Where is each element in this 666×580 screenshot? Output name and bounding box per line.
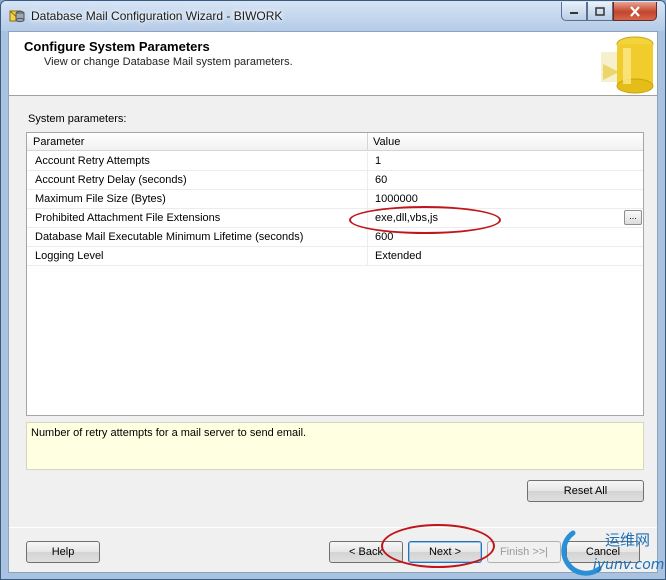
column-divider — [367, 247, 368, 266]
database-mail-banner-icon — [601, 36, 654, 94]
column-divider — [367, 190, 368, 209]
parameter-value[interactable]: 1 — [375, 155, 381, 167]
parameter-name: Database Mail Executable Minimum Lifetim… — [35, 231, 304, 243]
page-subtitle: View or change Database Mail system para… — [44, 56, 293, 68]
watermark-title: 运维网 — [605, 531, 650, 549]
title-bar[interactable]: Database Mail Configuration Wizard - BIW… — [1, 1, 665, 31]
table-row[interactable]: Account Retry Attempts 1 — [27, 152, 643, 171]
iyunv-watermark-logo: 运维网 iyunv.com — [561, 530, 664, 576]
window-title: Database Mail Configuration Wizard - BIW… — [31, 9, 283, 23]
page-title: Configure System Parameters — [24, 39, 210, 54]
maximize-button[interactable] — [587, 2, 613, 21]
table-row[interactable]: Account Retry Delay (seconds) 60 — [27, 171, 643, 190]
database-mail-icon — [9, 10, 25, 23]
close-button[interactable] — [613, 2, 657, 21]
parameter-name: Account Retry Delay (seconds) — [35, 174, 187, 186]
wizard-header: Configure System Parameters View or chan… — [9, 32, 657, 96]
wizard-window: Database Mail Configuration Wizard - BIW… — [0, 0, 666, 580]
parameter-value[interactable]: 600 — [375, 231, 393, 243]
table-row[interactable]: Logging Level Extended — [27, 247, 643, 266]
parameter-name: Account Retry Attempts — [35, 155, 150, 167]
minimize-button[interactable] — [561, 2, 587, 21]
maximize-icon — [595, 6, 605, 16]
parameter-name: Prohibited Attachment File Extensions — [35, 212, 221, 224]
help-button[interactable]: Help — [26, 541, 100, 563]
reset-all-button[interactable]: Reset All — [527, 480, 644, 502]
watermark-url: iyunv.com — [593, 557, 664, 573]
parameter-name: Maximum File Size (Bytes) — [35, 193, 166, 205]
parameter-description-panel: Number of retry attempts for a mail serv… — [26, 422, 644, 470]
close-icon — [630, 5, 640, 17]
column-divider — [367, 152, 368, 171]
column-header-parameter[interactable]: Parameter — [33, 136, 84, 148]
back-button[interactable]: < Back — [329, 541, 403, 563]
grid-header: Parameter Value — [27, 133, 643, 151]
parameter-value[interactable]: Extended — [375, 250, 421, 262]
column-divider — [367, 171, 368, 190]
column-header-value[interactable]: Value — [373, 136, 400, 148]
parameter-name: Logging Level — [35, 250, 104, 262]
parameter-description: Number of retry attempts for a mail serv… — [31, 427, 307, 439]
column-divider — [367, 133, 368, 151]
table-row[interactable]: Maximum File Size (Bytes) 1000000 — [27, 190, 643, 209]
next-button[interactable]: Next > — [408, 541, 482, 563]
minimize-icon — [570, 12, 578, 14]
table-row[interactable]: Prohibited Attachment File Extensions ex… — [27, 209, 643, 228]
column-divider — [367, 228, 368, 247]
parameters-grid[interactable]: Parameter Value Account Retry Attempts 1… — [26, 132, 644, 416]
parameter-value[interactable]: 60 — [375, 174, 387, 186]
wizard-client-area: Configure System Parameters View or chan… — [8, 31, 658, 573]
ellipsis-button[interactable]: ... — [624, 210, 642, 225]
system-parameters-label: System parameters: — [28, 113, 127, 125]
finish-button[interactable]: Finish >>| — [487, 541, 561, 563]
parameter-value[interactable]: 1000000 — [375, 193, 418, 205]
column-divider — [367, 209, 368, 228]
table-row[interactable]: Database Mail Executable Minimum Lifetim… — [27, 228, 643, 247]
parameter-value[interactable]: exe,dll,vbs,js — [375, 212, 438, 224]
